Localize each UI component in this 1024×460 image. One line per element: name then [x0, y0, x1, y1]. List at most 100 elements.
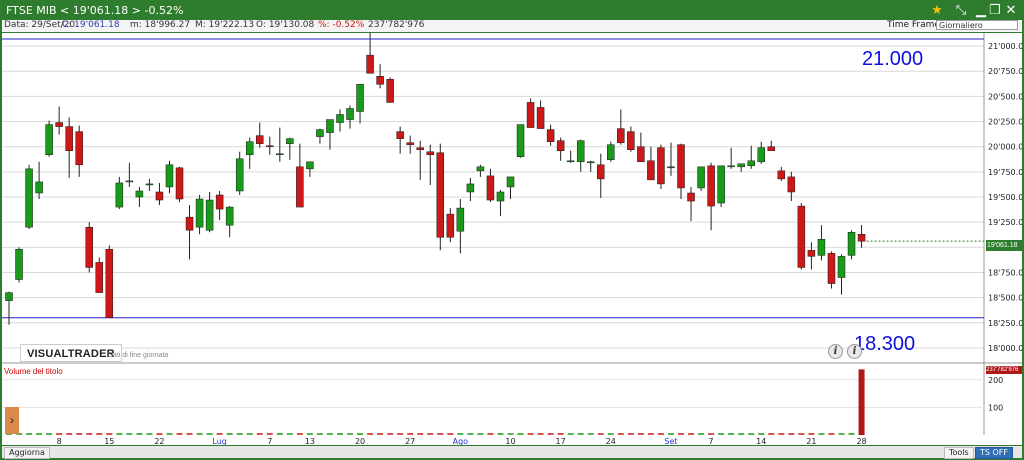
last-volume-badge: 237'782'976 [986, 366, 1022, 374]
candle-down [406, 142, 414, 145]
candle-down [376, 76, 384, 85]
candle-down [797, 205, 806, 268]
y-tick-label: 18'000.00 [988, 344, 1022, 353]
candle-down [617, 128, 625, 143]
tools-button[interactable]: Tools [944, 447, 974, 459]
x-tick-label: 14 [756, 437, 766, 445]
y-tick-label: 20'750.00 [988, 67, 1022, 76]
candle-down [787, 176, 796, 193]
candle-up [476, 166, 485, 172]
level-label-bottom: 18.300 [854, 333, 916, 355]
candle-up [356, 84, 364, 112]
last-price-text: 19'061.18 [987, 242, 1018, 249]
candle-up [456, 207, 465, 232]
candle-up [195, 198, 204, 228]
x-tick-label: 8 [57, 437, 62, 445]
candle-up [165, 164, 174, 188]
candle-up [15, 249, 23, 280]
candlestick-chart[interactable]: 21'000.00 20'750.00 20'500.00 20'250.00 20'0… [2, 33, 1022, 445]
candle-down [777, 170, 786, 180]
candle-up [205, 199, 214, 231]
candle-up [576, 140, 585, 163]
volume-tick-label: 100 [988, 403, 1003, 412]
candle-up [276, 153, 284, 155]
candle-up [737, 163, 745, 168]
candle-up [306, 161, 314, 170]
candle-down [526, 102, 535, 128]
y-tick-label: 20'250.00 [988, 118, 1022, 127]
candle-up [45, 124, 53, 155]
pin-icon[interactable]: ⤡ [950, 1, 972, 19]
candle-down [416, 147, 424, 150]
logo-text: VISUALTRADER [27, 348, 115, 360]
x-tick-label: 7 [709, 437, 714, 445]
candle-up [225, 206, 234, 226]
x-tick-label: Set [664, 437, 677, 445]
info-close: C: 19'061.18 [62, 20, 120, 30]
candle-down [536, 107, 545, 129]
candle-down [266, 145, 274, 147]
candle-down [687, 192, 695, 202]
x-tick-label: 17 [556, 437, 566, 445]
info-min: m: 18'996.27 [130, 20, 191, 30]
x-tick-label: 21 [806, 437, 816, 445]
info-max: M: 19'222.13 [195, 20, 255, 30]
x-tick-label: Lug [212, 437, 226, 445]
last-volume-text: 237'782'976 [986, 367, 1019, 373]
candle-down [767, 146, 776, 151]
candle-up [135, 190, 144, 198]
candle-down [446, 213, 455, 238]
candle-up [245, 141, 254, 155]
info-icon[interactable]: i [828, 344, 843, 359]
x-tick-label: 7 [267, 437, 272, 445]
timeframe-value: Giornaliero [939, 21, 983, 30]
candle-down [65, 126, 73, 151]
candle-down [55, 122, 63, 127]
last-price-badge: 19'061.18 [986, 240, 1022, 251]
timeframe-select[interactable]: Giornaliero [936, 20, 1018, 30]
candle-down [647, 160, 655, 181]
logo-subtitle: Dati di fine giornata [108, 352, 169, 359]
quote-info-bar: Data: 29/Set/20 C: 19'061.18 m: 18'996.2… [2, 20, 1022, 32]
x-tick-label: Ago [453, 437, 469, 445]
info-open: O: 19'130.08 [256, 20, 315, 30]
chevron-right-icon[interactable]: › [5, 407, 19, 434]
y-tick-label: 19'500.00 [988, 193, 1022, 202]
candle-down [486, 175, 495, 201]
candle-up [235, 158, 244, 192]
candle-up [125, 180, 134, 183]
candle-down [857, 233, 866, 242]
candle-down [396, 131, 404, 139]
x-tick-label: 24 [606, 437, 616, 445]
candle-up [837, 256, 846, 278]
y-tick-label: 18'250.00 [988, 319, 1022, 328]
candle-down [627, 131, 635, 150]
candle-up [346, 108, 354, 120]
update-button[interactable]: Aggiorna [4, 447, 50, 459]
info-icon-2[interactable]: i [847, 344, 862, 359]
candle-up [667, 166, 675, 169]
info-pct: %: -0.52% [318, 20, 365, 30]
title-bar: FTSE MIB < 19'061.18 > -0.52% ★ ⤡ ▁ ❐ ✕ [0, 0, 1024, 20]
y-tick-label: 21'000.00 [988, 42, 1022, 51]
chart-area[interactable]: 21'000.00 20'750.00 20'500.00 20'250.00 20'0… [2, 33, 1022, 445]
candle-down [85, 226, 93, 268]
candle-up [145, 183, 154, 186]
close-icon[interactable]: ✕ [1000, 1, 1022, 19]
star-icon[interactable]: ★ [926, 1, 948, 19]
candle-up [316, 129, 324, 137]
candle-down [807, 250, 816, 257]
x-tick-label: 20 [355, 437, 365, 445]
visualtrader-logo: VISUALTRADER [20, 344, 122, 362]
candle-up [115, 182, 124, 208]
candle-down [105, 249, 114, 319]
candle-up [336, 114, 344, 123]
x-tick-label: 10 [505, 437, 515, 445]
y-tick-label: 20'000.00 [988, 143, 1022, 152]
candle-down [386, 79, 394, 103]
candle-down [296, 166, 304, 208]
candle-down [707, 165, 715, 207]
ts-off-button[interactable]: TS OFF [975, 447, 1014, 459]
x-tick-label: 22 [154, 437, 164, 445]
candle-down [546, 129, 555, 142]
